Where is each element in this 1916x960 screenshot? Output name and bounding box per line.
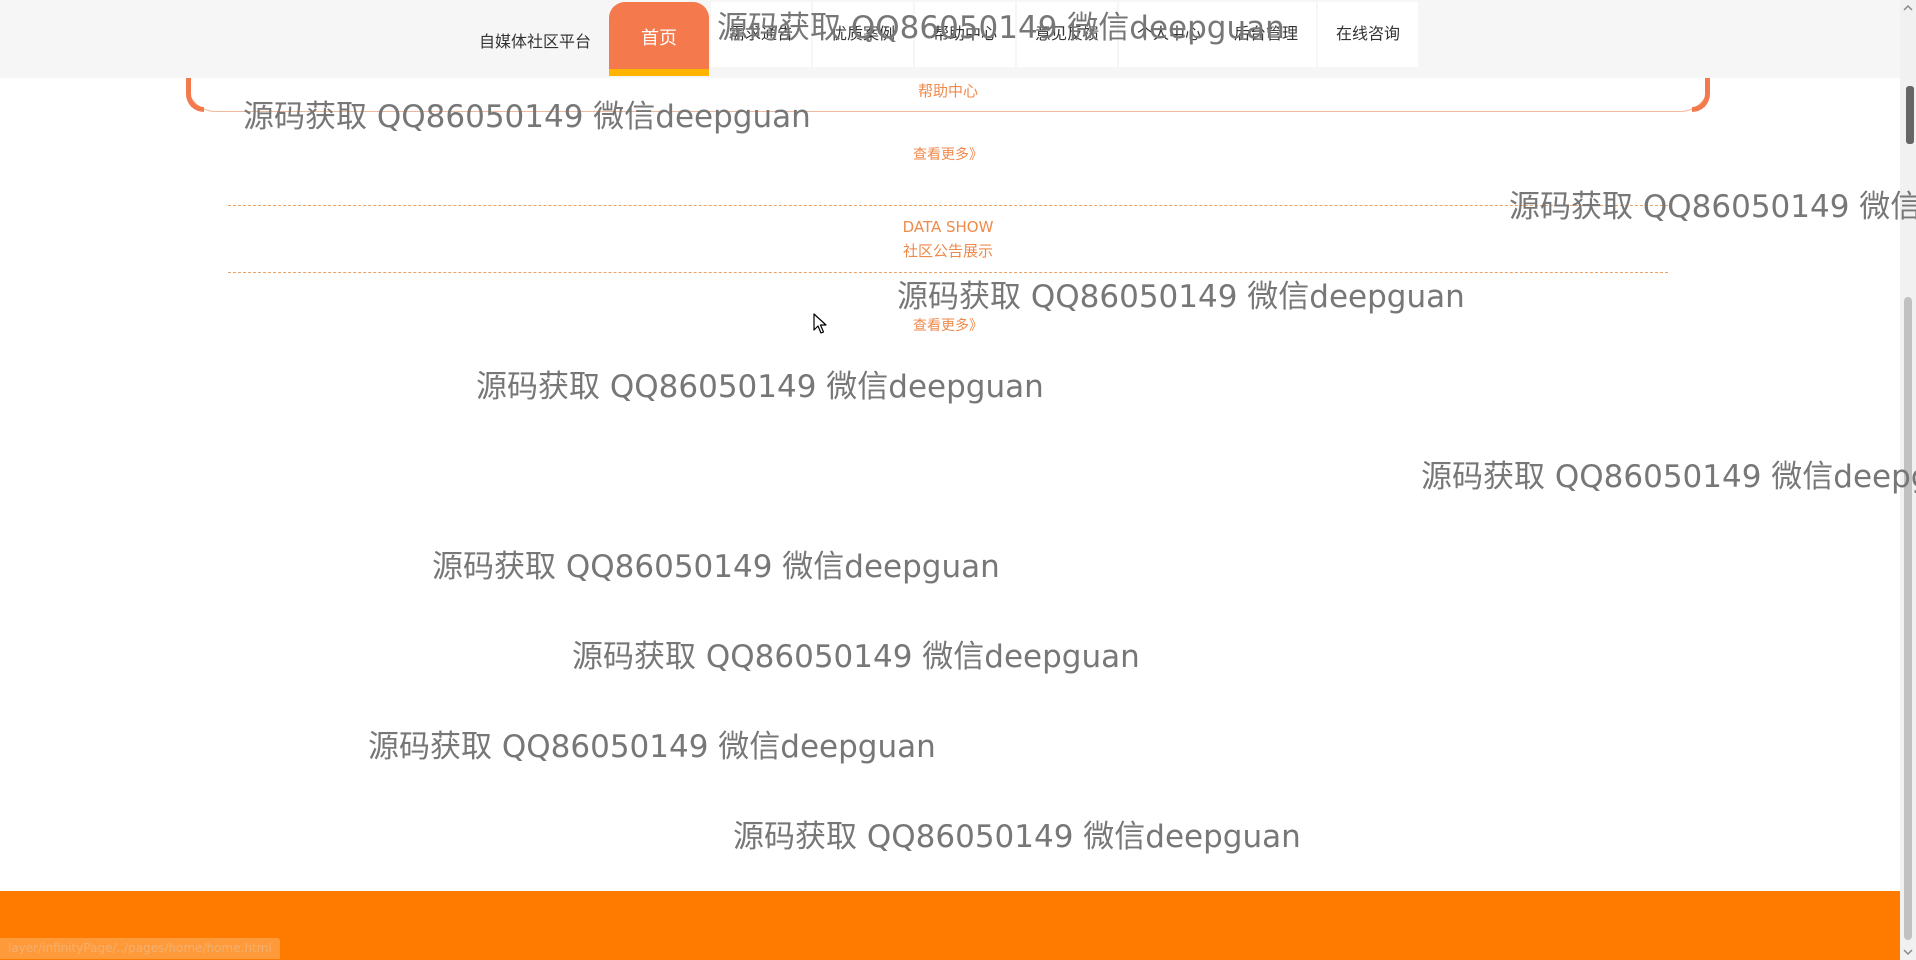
nav-item-cases[interactable]: 优质案例	[813, 2, 913, 67]
chevron-down-icon[interactable]	[1900, 944, 1916, 960]
nav-item-help[interactable]: 帮助中心	[915, 2, 1015, 67]
top-nav-bar: 自媒体社区平台 首页 需求通告 优质案例 帮助中心 意见反馈 个人中心 后台管理…	[0, 0, 1900, 78]
data-show-subtitle: 社区公告展示	[902, 242, 993, 260]
site-brand[interactable]: 自媒体社区平台	[479, 28, 591, 52]
watermark-text: 源码获取 QQ86050149 微信deepguan	[572, 639, 1140, 675]
watermark-text: 源码获取 QQ86050149 微信deepguan	[733, 819, 1301, 855]
nav-item-admin[interactable]: 后台管理	[1216, 2, 1316, 67]
vertical-scrollbar[interactable]	[1900, 0, 1916, 960]
help-view-more-link[interactable]: 查看更多》	[800, 144, 1096, 164]
scroll-position-marker	[1906, 86, 1914, 144]
nav-item-profile[interactable]: 个人中心	[1119, 2, 1219, 67]
watermark-text: 源码获取 QQ86050149 微信deepguan	[1421, 459, 1916, 495]
watermark-text: 源码获取 QQ86050149 微信deepguan	[476, 369, 1044, 405]
data-show-title: DATA SHOW	[902, 218, 994, 236]
nav-item-home[interactable]: 首页	[609, 2, 709, 76]
nav-item-home-label: 首页	[641, 28, 677, 49]
scrollbar-thumb[interactable]	[1904, 297, 1912, 940]
watermark-text: 源码获取 QQ86050149 微信deepguan	[897, 279, 1465, 315]
section-divider-top	[228, 205, 1668, 206]
help-section-title: 帮助中心	[917, 82, 978, 100]
page-footer	[0, 891, 1900, 960]
watermark-text: 源码获取 QQ86050149 微信deepguan	[368, 729, 936, 765]
nav-item-demands[interactable]: 需求通告	[711, 2, 811, 67]
page: 自媒体社区平台 首页 需求通告 优质案例 帮助中心 意见反馈 个人中心 后台管理…	[0, 0, 1916, 960]
nav-active-indicator	[609, 69, 709, 76]
watermark-text: 源码获取 QQ86050149 微信deepguan	[1509, 189, 1916, 225]
chevron-up-icon[interactable]	[1900, 0, 1916, 16]
notice-view-more-link[interactable]: 查看更多》	[800, 315, 1096, 335]
browser-status-url: layer/infinityPage/../pages/home/home.ht…	[0, 938, 280, 959]
nav-item-feedback[interactable]: 意见反馈	[1017, 2, 1117, 67]
section-divider-bottom	[228, 272, 1668, 273]
watermark-text: 源码获取 QQ86050149 微信deepguan	[432, 549, 1000, 585]
mouse-pointer-icon	[813, 313, 827, 334]
nav-item-chat[interactable]: 在线咨询	[1318, 2, 1418, 67]
